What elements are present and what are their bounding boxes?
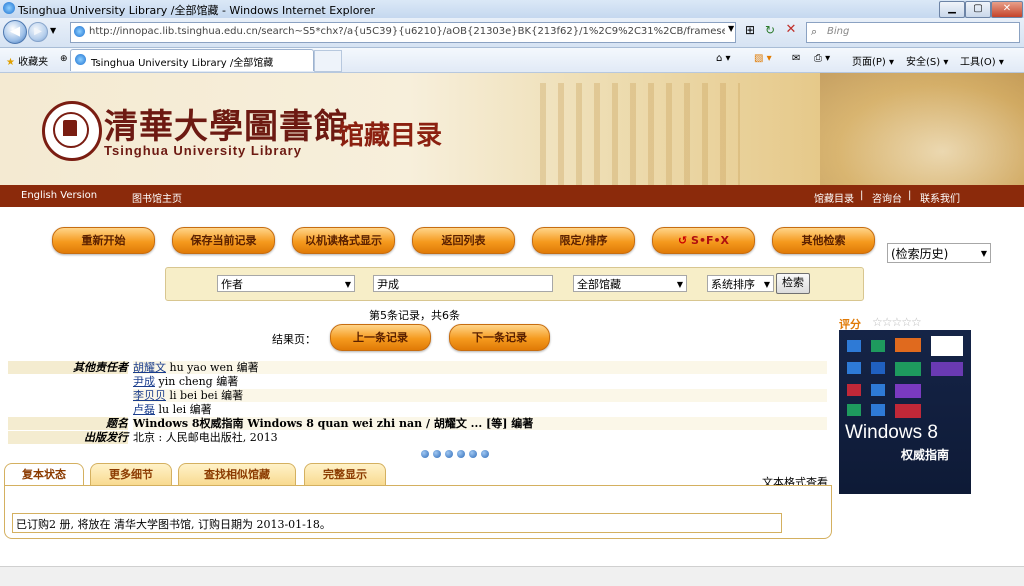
author-link[interactable]: 尹成 [133,375,155,388]
url-dropdown-icon[interactable]: ▼ [728,24,734,33]
search-field-select[interactable]: 作者 ▼ [217,275,355,292]
tab-more-details[interactable]: 更多细节 [90,463,172,486]
home-icon[interactable]: ⌂ ▾ [716,53,731,64]
pager-dot[interactable] [421,450,429,458]
library-logo-cn: 清華大學圖書館 [104,107,349,147]
minimize-button[interactable]: ▁ [939,1,965,18]
nav-separator: | [908,190,912,201]
page-icon [74,26,85,37]
pager-dot[interactable] [469,450,477,458]
tsinghua-seal-icon [42,101,102,161]
ie-logo-icon [3,2,15,14]
favorites-button[interactable]: ★ 收藏夹 [6,53,48,68]
search-submit-button[interactable]: 检索 [776,273,810,294]
tab-similar-items[interactable]: 查找相似馆藏 [178,463,296,486]
author-link[interactable]: 胡耀文 [133,361,166,374]
contact-link[interactable]: 联系我们 [920,190,960,205]
pager-dot[interactable] [457,450,465,458]
cover-title: Windows 8 [845,422,938,443]
arch-image [820,73,1024,185]
results-page-label: 结果页： [272,333,316,346]
status-bar [0,566,1024,586]
sort-select[interactable]: 系统排序 ▼ [707,275,774,292]
tab-page-icon [75,54,86,65]
restart-button[interactable]: 重新开始 [52,227,155,254]
book-title: Windows 8权威指南 Windows 8 quan wei zhi nan… [133,417,534,430]
english-version-link[interactable]: English Version [21,190,97,201]
search-field[interactable]: ⌕ Bing [806,22,1020,43]
tab-full-display[interactable]: 完整显示 [304,463,386,486]
favorites-bar: ★ 收藏夹 ⊕ Tsinghua University Library /全部馆… [0,48,1024,73]
consult-link[interactable]: 咨询台 [872,190,902,205]
star-icon: ★ [6,57,15,68]
back-icon[interactable]: ◀ [3,20,27,44]
close-window-button[interactable]: ✕ [991,1,1023,18]
nav-separator: | [860,190,864,201]
compat-view-icon[interactable]: ⊞ [742,23,758,39]
catalog-title: 馆藏目录 [338,121,443,151]
refresh-icon[interactable]: ↻ [762,23,778,39]
author-row: 李贝贝 li bei bei 编著 [133,389,244,402]
return-to-list-button[interactable]: 返回列表 [412,227,515,254]
record-position: 第5条记录，共6条 [369,309,460,322]
url-text: http://innopac.lib.tsinghua.edu.cn/searc… [89,26,725,37]
author-row: 卢磊 lu lei 编著 [133,403,212,416]
site-nav-bar: English Version 图书馆主页 馆藏目录 | 咨询台 | 联系我们 [0,185,1024,207]
tools-menu[interactable]: 工具(O) ▾ [960,53,1004,68]
holdings-row: 已订购2 册, 将放在 清华大学图书馆, 订购日期为 2013-01-18。 [12,513,782,533]
author-row: 尹成 yin cheng 编著 [133,375,239,388]
title-label: 题名 [8,417,128,430]
limit-sort-button[interactable]: 限定/排序 [532,227,635,254]
scope-select[interactable]: 全部馆藏 ▼ [573,275,687,292]
history-dropdown-icon[interactable]: ▼ [50,26,56,35]
prev-record-button[interactable]: 上一条记录 [330,324,431,351]
browser-tab[interactable]: Tsinghua University Library /全部馆藏 [70,49,314,71]
stop-icon[interactable]: ✕ [783,22,799,38]
next-record-button[interactable]: 下一条记录 [449,324,550,351]
search-term-input[interactable]: 尹成 [373,275,553,292]
window-title: Tsinghua University Library /全部馆藏 - Wind… [18,4,376,17]
search-history-select[interactable]: (检索历史) ▼ [887,243,991,263]
feeds-icon[interactable]: ▧ ▾ [754,53,772,64]
library-banner: 清華大學圖書館 Tsinghua University Library 馆藏目录 [0,73,1024,185]
author-row: 胡耀文 hu yao wen 编著 [133,361,259,374]
safety-menu[interactable]: 安全(S) ▾ [906,53,948,68]
marc-display-button[interactable]: 以机读格式显示 [292,227,395,254]
tab-title: Tsinghua University Library /全部馆藏 [91,58,274,69]
window-title-bar: Tsinghua University Library /全部馆藏 - Wind… [0,0,1024,19]
author-link[interactable]: 卢磊 [133,403,155,416]
book-cover-image[interactable]: Windows 8 权威指南 [839,330,971,494]
print-icon[interactable]: ⎙ ▾ [814,53,830,64]
maximize-button[interactable]: ▢ [965,1,991,18]
page-menu[interactable]: 页面(P) ▾ [852,53,894,68]
pager-dot[interactable] [481,450,489,458]
rating-stars[interactable]: ☆☆☆☆☆ [872,315,922,329]
catalog-link[interactable]: 馆藏目录 [814,190,854,205]
author-link[interactable]: 李贝贝 [133,389,166,402]
library-home-link[interactable]: 图书馆主页 [132,190,182,205]
mail-icon[interactable]: ✉ [792,53,800,64]
sfx-logo-icon: ↺ [677,234,688,247]
address-toolbar: ◀ ▶ ▼ http://innopac.lib.tsinghua.edu.cn… [0,18,1024,48]
pager-dot[interactable] [433,450,441,458]
address-bar[interactable]: http://innopac.lib.tsinghua.edu.cn/searc… [70,22,736,43]
new-tab-button[interactable] [314,50,342,72]
library-logo-en: Tsinghua University Library [104,143,302,158]
forward-icon[interactable]: ▶ [28,22,48,42]
cover-subtitle: 权威指南 [901,448,950,462]
pager-dot[interactable] [445,450,453,458]
publisher-label: 出版发行 [8,431,128,444]
search-icon: ⌕ [811,25,818,38]
building-image [540,83,740,185]
add-favorite-icon[interactable]: ⊕ [60,54,68,64]
save-record-button[interactable]: 保存当前记录 [172,227,275,254]
holdings-text: 已订购2 册, 将放在 清华大学图书馆, 订购日期为 2013-01-18。 [16,518,331,531]
other-authors-label: 其他责任者 [8,361,128,374]
publisher-value: 北京 : 人民邮电出版社, 2013 [133,431,278,444]
search-placeholder: Bing [827,26,850,37]
other-search-button[interactable]: 其他检索 [772,227,875,254]
sfx-button[interactable]: ↺ S•F•X [652,227,755,254]
tab-copy-status[interactable]: 复本状态 [4,463,84,486]
